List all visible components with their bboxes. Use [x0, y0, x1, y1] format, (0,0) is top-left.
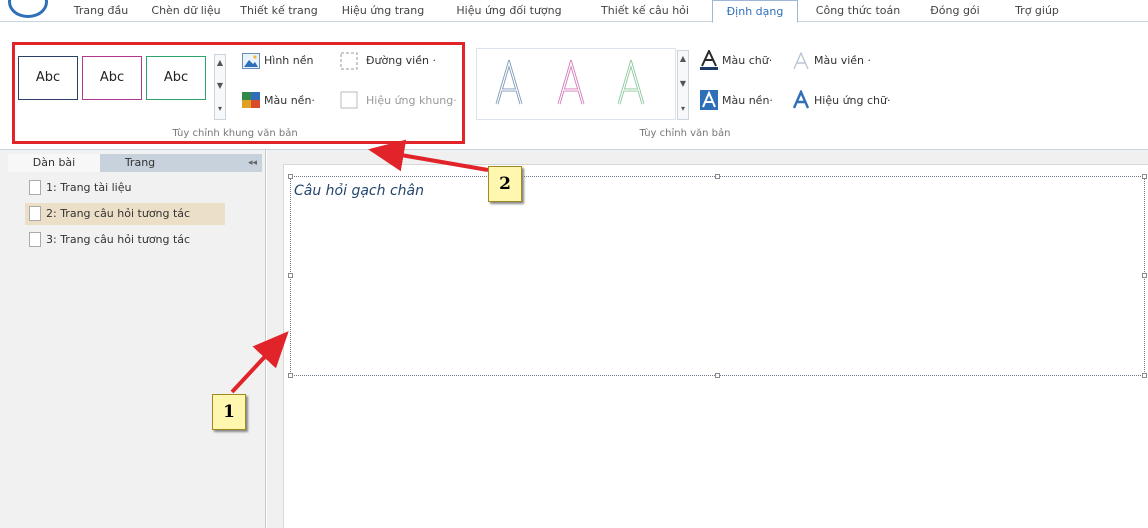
callout-2: 2 — [488, 166, 522, 202]
arrow-to-ribbon-group — [368, 139, 489, 172]
annotation-arrows — [230, 139, 489, 394]
arrow-to-textbox — [230, 331, 289, 394]
callout-1: 1 — [212, 394, 246, 430]
